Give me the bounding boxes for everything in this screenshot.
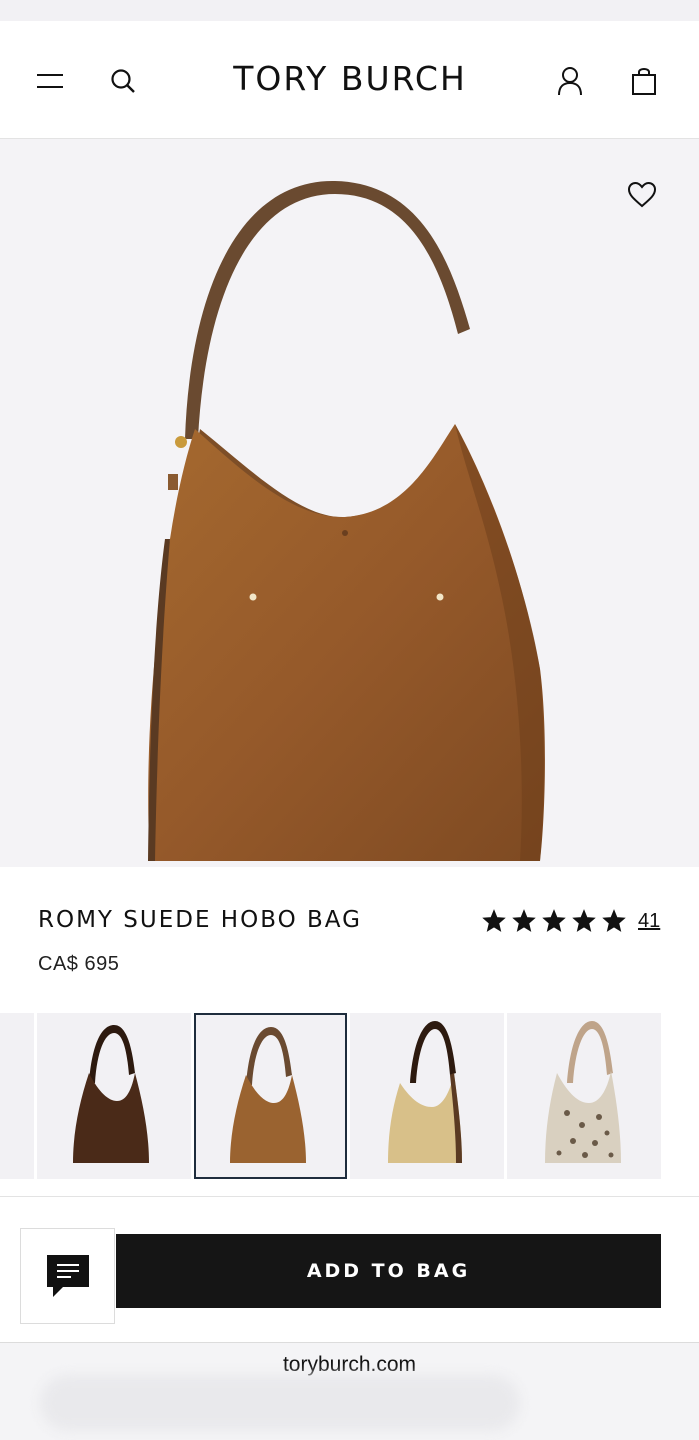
swatch-caramel-suede[interactable] bbox=[194, 1013, 347, 1179]
status-bar-area bbox=[0, 0, 699, 21]
swatch-leopard-print[interactable] bbox=[507, 1013, 661, 1179]
site-header: TORY BURCH bbox=[0, 21, 699, 139]
product-rating[interactable]: 41 bbox=[482, 909, 660, 933]
product-title: ROMY SUEDE HOBO BAG bbox=[38, 907, 362, 933]
account-icon[interactable] bbox=[550, 61, 590, 101]
add-to-bag-button[interactable]: ADD TO BAG bbox=[116, 1234, 661, 1308]
menu-icon[interactable] bbox=[30, 61, 70, 101]
swatch-partial[interactable] bbox=[0, 1013, 34, 1179]
star-icon bbox=[482, 909, 506, 932]
address-bar-url[interactable]: toryburch.com bbox=[0, 1353, 699, 1377]
star-icon bbox=[542, 909, 566, 932]
swatch-natural-raffia[interactable] bbox=[350, 1013, 504, 1179]
home-indicator bbox=[40, 1375, 520, 1431]
purchase-bar: ADD TO BAG bbox=[0, 1179, 699, 1342]
shopping-bag-icon[interactable] bbox=[624, 61, 664, 101]
browser-bar: toryburch.com bbox=[0, 1342, 699, 1440]
review-count-link[interactable]: 41 bbox=[638, 910, 660, 933]
product-price: CA$ 695 bbox=[38, 953, 120, 975]
star-icon bbox=[572, 909, 596, 932]
search-icon[interactable] bbox=[103, 61, 143, 101]
divider bbox=[0, 1196, 699, 1197]
favorite-heart-icon[interactable] bbox=[622, 177, 662, 213]
star-icon bbox=[602, 909, 626, 932]
brand-logo[interactable]: TORY BURCH bbox=[150, 59, 550, 98]
swatch-dark-brown[interactable] bbox=[37, 1013, 191, 1179]
hobo-bag-image bbox=[148, 180, 545, 861]
color-swatch-carousel[interactable] bbox=[0, 1013, 699, 1179]
star-icon bbox=[512, 909, 536, 932]
chat-button[interactable] bbox=[20, 1228, 115, 1324]
star-rating bbox=[482, 909, 626, 933]
product-info: ROMY SUEDE HOBO BAG CA$ 695 41 bbox=[0, 867, 699, 1013]
product-image[interactable] bbox=[0, 139, 699, 867]
chat-icon bbox=[46, 1255, 89, 1297]
